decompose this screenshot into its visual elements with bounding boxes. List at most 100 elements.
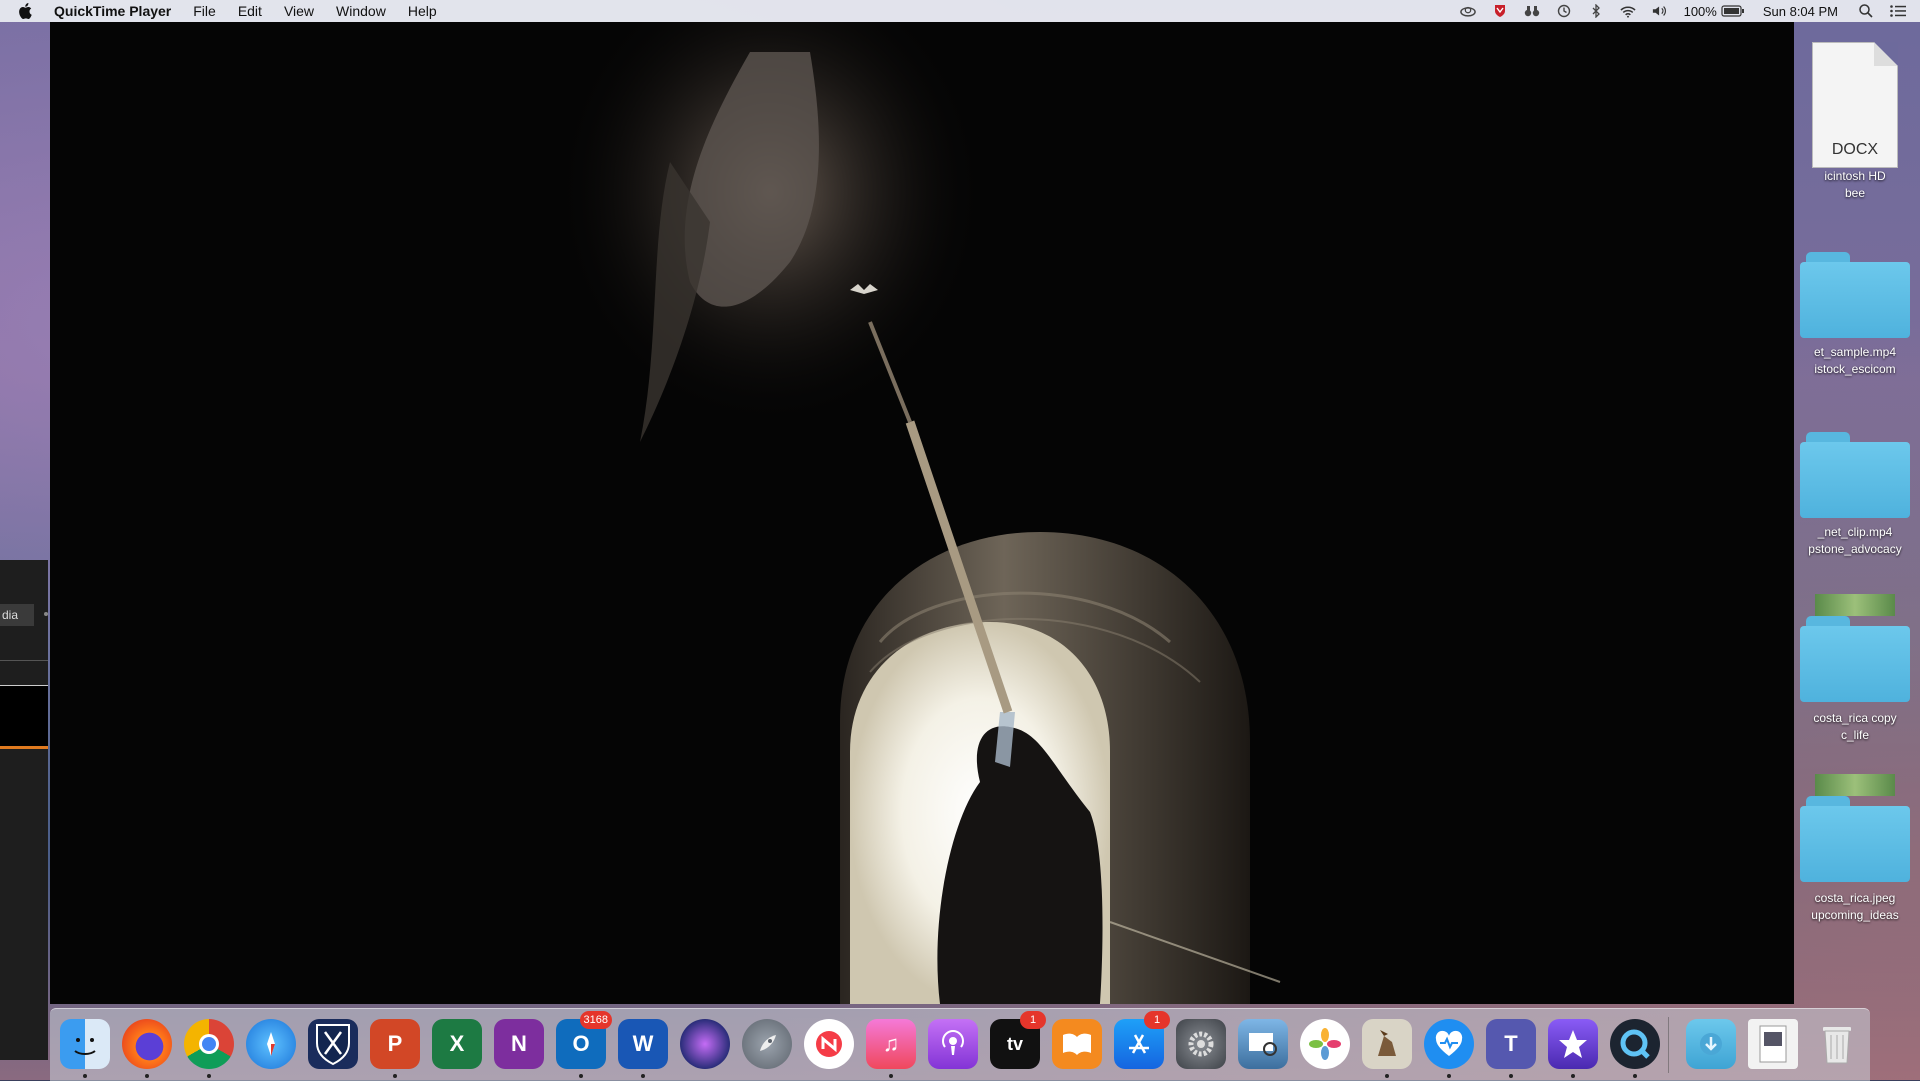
status-area: 100% Sun 8:04 PM <box>1444 0 1906 22</box>
binoculars-icon[interactable] <box>1524 4 1540 18</box>
desktop-item-docx[interactable]: DOCX icintosh HD bee <box>1790 42 1920 202</box>
lacrosse-shield-icon[interactable] <box>308 1019 358 1069</box>
desktop-item-label: icintosh HD <box>1824 169 1886 183</box>
running-indicator <box>641 1074 645 1078</box>
podcasts-icon[interactable] <box>928 1019 978 1069</box>
finder-icon[interactable] <box>60 1019 110 1078</box>
menu-view[interactable]: View <box>284 3 314 19</box>
battery-percent: 100% <box>1683 3 1717 19</box>
bluetooth-icon[interactable] <box>1588 4 1604 18</box>
menu-edit[interactable]: Edit <box>238 3 262 19</box>
running-indicator <box>1509 1074 1513 1078</box>
video-frame <box>560 22 1281 1004</box>
mail-bird-icon[interactable] <box>1362 1019 1412 1078</box>
tab-dot <box>44 612 48 616</box>
quicktime-video-player[interactable] <box>50 22 1794 1004</box>
downloads-folder-icon[interactable] <box>1686 1019 1736 1069</box>
apple-tv-icon[interactable]: tv 1 <box>990 1011 1046 1069</box>
chrome-icon[interactable] <box>184 1019 234 1078</box>
preview-icon[interactable] <box>1238 1019 1288 1069</box>
running-indicator <box>1633 1074 1637 1078</box>
notification-center-icon[interactable] <box>1890 4 1906 18</box>
desktop-item-folder[interactable]: costa_rica copy c_life <box>1790 594 1920 744</box>
folder-icon <box>1800 796 1910 882</box>
dock-separator <box>1668 1017 1669 1073</box>
png-file-icon[interactable] <box>1748 1019 1798 1069</box>
divider <box>0 660 48 661</box>
siri-icon[interactable] <box>680 1019 730 1069</box>
word-icon[interactable]: W <box>618 1019 668 1078</box>
running-indicator <box>1447 1074 1451 1078</box>
time-machine-icon[interactable] <box>1556 4 1572 18</box>
running-indicator <box>1571 1074 1575 1078</box>
system-preferences-gear-icon[interactable] <box>1176 1019 1226 1069</box>
quicktime-icon[interactable] <box>1610 1019 1660 1078</box>
running-indicator <box>579 1074 583 1078</box>
wifi-icon[interactable] <box>1620 4 1636 18</box>
menu-window[interactable]: Window <box>336 3 386 19</box>
spotlight-search-icon[interactable] <box>1858 4 1874 18</box>
excel-icon[interactable]: X <box>432 1019 482 1069</box>
desktop-item-label: bee <box>1844 186 1866 200</box>
desktop-item-label: pstone_advocacy <box>1808 542 1902 556</box>
outlook-badge: 3168 <box>579 1011 612 1029</box>
battery-icon[interactable] <box>1721 4 1745 18</box>
books-icon[interactable] <box>1052 1019 1102 1069</box>
window-tab[interactable]: dia <box>0 604 34 626</box>
onenote-icon[interactable]: N <box>494 1019 544 1069</box>
folder-icon <box>1800 252 1910 338</box>
desktop-item-label: istock_escicom <box>1814 362 1896 376</box>
desktop-item-label: costa_rica.jpeg <box>1814 891 1896 905</box>
outlook-icon[interactable]: O 3168 <box>556 1011 612 1078</box>
powerpoint-icon[interactable]: P <box>370 1019 420 1078</box>
dock: P X N O 3168 W ♫ tv 1 1 T <box>50 1008 1870 1081</box>
tv-label: tv <box>1006 1033 1023 1054</box>
menu-file[interactable]: File <box>193 3 216 19</box>
running-indicator <box>83 1074 87 1078</box>
desktop-icons-column: DOCX icintosh HD bee et_sample.mp4 istoc… <box>1790 30 1920 930</box>
desktop-item-folder[interactable]: costa_rica.jpeg upcoming_ideas <box>1790 774 1920 924</box>
app-store-icon[interactable]: 1 <box>1114 1011 1170 1069</box>
app-menu-quicktime[interactable]: QuickTime Player <box>54 3 171 19</box>
folder-thumbnail <box>1815 774 1895 796</box>
running-indicator <box>393 1074 397 1078</box>
photos-icon[interactable] <box>1300 1019 1350 1069</box>
desktop-item-folder[interactable]: et_sample.mp4 istock_escicom <box>1790 252 1920 378</box>
launchpad-rocket-icon[interactable] <box>742 1019 792 1069</box>
teams-icon[interactable]: T <box>1486 1019 1536 1078</box>
apple-menu-icon[interactable] <box>18 3 40 19</box>
menu-bar: QuickTime Player File Edit View Window H… <box>0 0 1920 22</box>
running-indicator <box>207 1074 211 1078</box>
volume-icon[interactable] <box>1652 4 1668 18</box>
trash-icon[interactable] <box>1812 1019 1862 1069</box>
tv-badge: 1 <box>1020 1011 1046 1029</box>
folder-icon <box>1800 432 1910 518</box>
mcafee-shield-icon[interactable] <box>1492 4 1508 18</box>
folder-thumbnail <box>1815 594 1895 616</box>
desktop-item-label: c_life <box>1840 728 1869 742</box>
running-indicator <box>889 1074 893 1078</box>
health-heart-icon[interactable] <box>1424 1019 1474 1078</box>
document-kind: DOCX <box>1831 141 1879 158</box>
safari-icon[interactable] <box>246 1019 296 1069</box>
imovie-star-icon[interactable] <box>1548 1019 1598 1078</box>
background-app-window[interactable]: dia <box>0 560 48 1060</box>
page-fold <box>1874 42 1898 66</box>
desktop-item-folder[interactable]: _net_clip.mp4 pstone_advocacy <box>1790 432 1920 558</box>
menu-help[interactable]: Help <box>408 3 437 19</box>
music-icon[interactable]: ♫ <box>866 1019 916 1078</box>
desktop-item-label: _net_clip.mp4 <box>1817 525 1893 539</box>
app-store-badge: 1 <box>1144 1011 1170 1029</box>
folder-icon <box>1800 616 1910 702</box>
firefox-icon[interactable] <box>122 1019 172 1078</box>
creative-cloud-icon[interactable] <box>1459 4 1476 18</box>
document-icon: DOCX <box>1812 42 1898 168</box>
desktop-item-label: upcoming_ideas <box>1811 908 1899 922</box>
running-indicator <box>145 1074 149 1078</box>
desktop-item-label: et_sample.mp4 <box>1813 345 1897 359</box>
running-indicator <box>1385 1074 1389 1078</box>
news-icon[interactable] <box>804 1019 854 1069</box>
menubar-clock[interactable]: Sun 8:04 PM <box>1763 4 1838 19</box>
timeline-strip[interactable] <box>0 685 48 749</box>
desktop-item-label: costa_rica copy <box>1813 711 1897 725</box>
